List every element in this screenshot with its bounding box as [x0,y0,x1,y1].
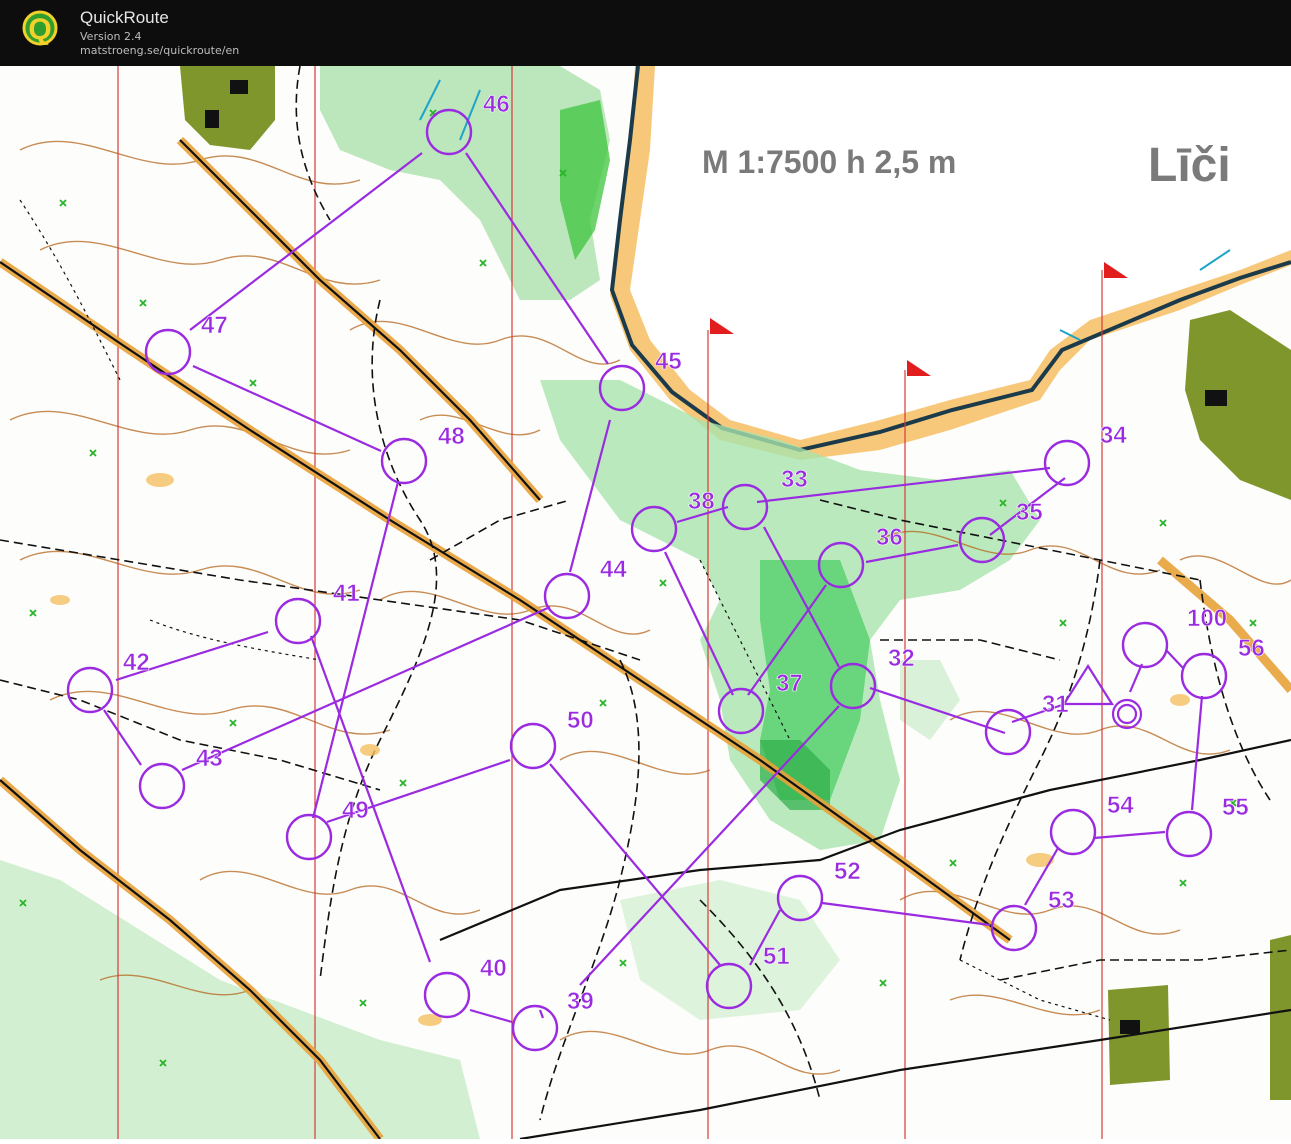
map-canvas: 31 32 33 34 35 36 37 38 39 40 41 42 43 44 45 46 47 48 49 50… [0,65,1291,1142]
control-label-42: 42 [123,649,150,676]
quickroute-logo-icon: Q [22,10,58,46]
map-scale: M 1:7500 h 2,5 m [702,144,957,180]
app-header: Q QuickRoute Version 2.4 matstroeng.se/q… [0,0,1291,66]
control-label-40: 40 [480,955,507,982]
control-label-50: 50 [567,707,594,734]
control-label-39: 39 [567,988,594,1015]
control-label-44: 44 [600,556,627,583]
control-label-33: 33 [781,466,808,493]
control-label-41: 41 [333,580,360,607]
control-label-48: 48 [438,423,465,450]
control-label-46: 46 [483,91,510,118]
control-label-34: 34 [1100,422,1127,449]
control-label-53: 53 [1048,887,1075,914]
svg-text:Q: Q [28,13,51,46]
control-label-100: 100 [1187,605,1227,632]
control-label-43: 43 [196,745,223,772]
control-label-56: 56 [1238,635,1265,662]
control-label-37: 37 [776,670,803,697]
control-label-51: 51 [763,943,790,970]
app-title: QuickRoute [80,8,169,27]
control-label-31: 31 [1042,691,1069,718]
control-label-47: 47 [201,312,228,339]
control-label-45: 45 [655,348,682,375]
control-label-52: 52 [834,858,861,885]
control-label-38: 38 [688,488,715,515]
app-url[interactable]: matstroeng.se/quickroute/en [80,44,239,57]
control-label-49: 49 [342,797,369,824]
app-version: Version 2.4 [80,30,142,43]
control-label-35: 35 [1016,499,1043,526]
control-label-55: 55 [1222,794,1249,821]
control-label-54: 54 [1107,792,1134,819]
orienteering-map[interactable]: 31 32 33 34 35 36 37 38 39 40 41 42 43 44 45 46 47 48 49 50… [0,65,1291,1142]
control-label-36: 36 [876,524,903,551]
control-label-32: 32 [888,645,915,672]
map-area-name: Līči [1148,139,1231,192]
